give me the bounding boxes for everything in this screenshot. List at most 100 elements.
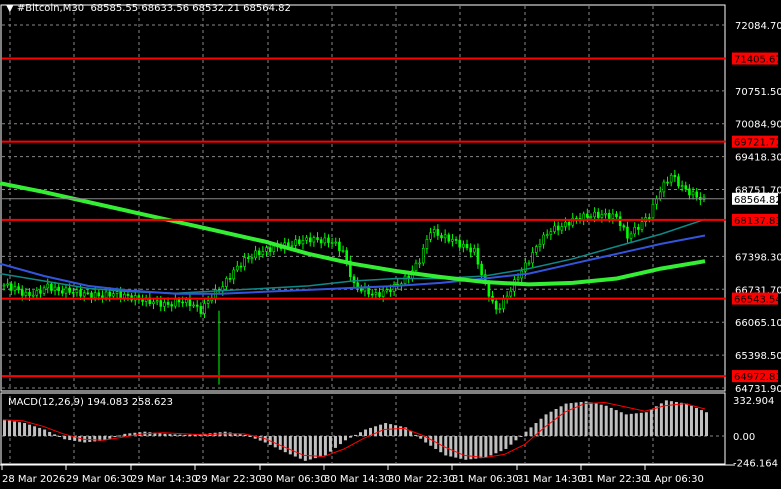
candle-body [586,213,589,218]
macd-histogram-bar [604,405,608,436]
candle-body [498,308,502,310]
candle-body [567,221,571,226]
candle-body [319,239,323,244]
macd-histogram-bar [354,434,357,436]
macd-histogram-bar [163,433,167,436]
candle-body [24,291,28,296]
candle-body [655,198,658,205]
candle-body [17,286,20,291]
candle-body [480,263,483,275]
macd-histogram-bar [303,436,307,461]
macd-histogram-bar [333,436,337,448]
candle-body [141,299,144,302]
candle-body [246,257,250,259]
candle-body [633,227,637,235]
price-level-label: 71405.67 [734,55,781,66]
candle-body [345,250,349,262]
candle-body [50,283,53,291]
macd-histogram-bar [48,431,52,436]
candle-body [618,216,622,226]
candle-body [458,239,462,248]
candle-body [126,294,130,296]
candle-body [626,226,629,239]
time-label: 28 Mar 2026 [2,474,65,485]
candle-body [669,174,673,183]
candle-body [494,300,498,310]
candle-body [378,292,381,297]
candle-body [425,239,429,249]
macd-histogram-bar [624,414,628,436]
macd-histogram-bar [504,436,508,449]
macd-histogram-bar [28,424,32,436]
macd-histogram-bar [474,436,478,459]
candle-body [622,225,626,228]
candle-body [68,287,71,293]
candle-body [301,240,305,245]
macd-histogram-bar [674,401,678,436]
time-label: 29 Mar 06:30 [66,474,133,485]
macd-histogram-bar [684,403,688,436]
macd-histogram-bar [3,419,6,436]
macd-histogram-bar [338,436,342,445]
macd-histogram-bar [53,434,57,436]
candle-body [71,292,75,294]
macd-histogram-bar [178,434,182,436]
candle-body [228,278,232,280]
macd-histogram-bar [318,436,322,457]
trading-chart[interactable]: 28 Mar 2026 29 Mar 06:3029 Mar 14:3029 Ma… [0,0,781,489]
candle-body [75,289,79,293]
candle-body [538,243,542,247]
macd-histogram-bar [594,403,598,436]
macd-histogram-bar [429,436,433,446]
candle-body [542,234,545,245]
macd-histogram-bar [464,436,468,460]
candle-body [82,292,86,297]
macd-histogram-bar [58,436,62,437]
candle-body [268,247,272,252]
macd-histogram-bar [494,436,498,454]
macd-histogram-bar [258,436,262,441]
candle-body [42,287,46,294]
candle-body [166,302,170,305]
candle-body [553,225,556,232]
candle-body [436,229,440,236]
candle-body [688,188,691,196]
candle-body [90,292,93,298]
candle-body [556,225,560,231]
candle-body [101,295,104,299]
macd-histogram-bar [148,432,152,436]
candle-body [177,299,181,303]
candle-body [648,217,651,219]
candle-body [236,265,239,271]
macd-histogram-bar [173,434,177,436]
macd-histogram-bar [359,432,363,436]
collapse-triangle-icon[interactable]: ▼ [6,3,17,14]
time-label: 30 Mar 06:30 [260,474,327,485]
time-label: 30 Mar 14:30 [324,474,391,485]
candle-body [155,300,159,303]
macd-histogram-bar [33,426,37,436]
price-axis-label: 64731.90 [735,384,781,395]
price-axis-label: 70751.50 [735,87,781,98]
macd-histogram-bar [409,431,413,436]
candle-body [232,269,235,280]
candle-body [330,242,334,244]
candle-body [203,303,206,314]
price-axis-label: 69418.30 [735,153,781,164]
macd-axis-label: -246.164 [733,459,778,470]
candle-body [680,185,684,187]
macd-histogram-bar [614,410,618,436]
price-level-label: 64972.81 [734,372,781,383]
macd-histogram-bar [524,431,528,436]
candle-body [79,289,82,297]
candle-body [432,229,436,233]
macd-histogram-bar [669,401,673,436]
macd-histogram-bar [23,423,27,436]
macd-histogram-bar [419,436,423,439]
macd-histogram-bar [313,436,317,459]
candle-body [451,239,454,242]
macd-histogram-bar [108,436,112,439]
time-label: 31 Mar 06:30 [452,474,519,485]
candle-body [341,250,345,252]
candle-body [290,244,294,247]
